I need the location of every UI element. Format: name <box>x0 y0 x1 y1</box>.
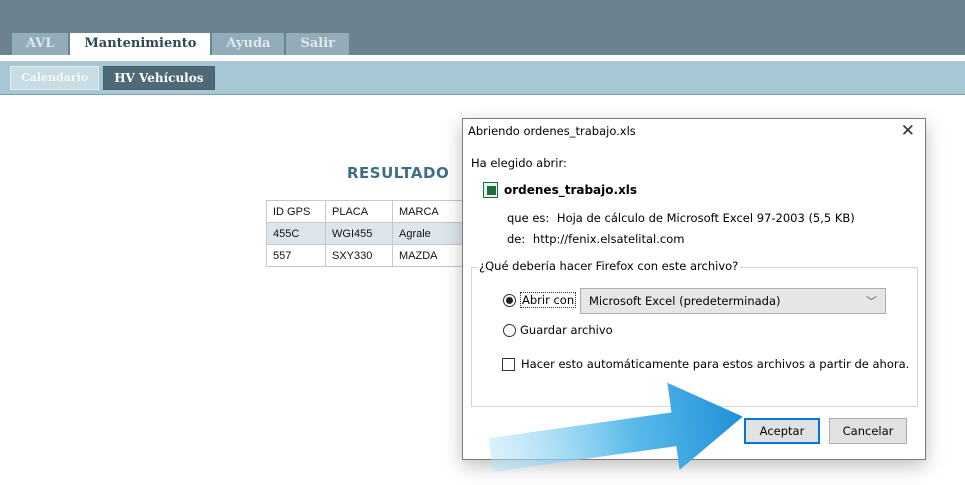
sub-tabs: Calendario HV Vehículos <box>10 66 215 90</box>
open-with-radio[interactable] <box>503 294 516 307</box>
cell-placa: WGI455 <box>325 222 393 245</box>
chevron-down-icon: ﹀ <box>866 295 877 308</box>
tab-avl[interactable]: AVL <box>12 33 69 55</box>
dialog-title: Abriendo ordenes_trabajo.xls <box>468 124 636 138</box>
table-header-row: ID GPS PLACA MARCA <box>266 200 468 223</box>
top-nav-bar: AVL Mantenimiento Ayuda Salir <box>0 0 965 55</box>
file-source-value: http://fenix.elsatelital.com <box>532 232 685 246</box>
tab-mantenimiento[interactable]: Mantenimiento <box>70 33 211 55</box>
file-source-row: de: http://fenix.elsatelital.com <box>507 232 684 246</box>
pointer-arrow-icon <box>489 382 743 472</box>
excel-file-icon <box>483 182 498 198</box>
file-source-label: de: <box>507 232 526 246</box>
file-type-label: que es: <box>507 211 550 225</box>
tab-salir[interactable]: Salir <box>286 33 350 55</box>
auto-action-checkbox[interactable] <box>502 358 515 371</box>
cell-placa: SXY330 <box>325 244 393 267</box>
application-select[interactable]: Microsoft Excel (predeterminada) ﹀ <box>580 288 886 314</box>
save-file-radio[interactable] <box>503 324 516 337</box>
application-select-value: Microsoft Excel (predeterminada) <box>589 294 781 308</box>
subtab-hv-vehiculos[interactable]: HV Vehículos <box>103 66 215 90</box>
cell-id-gps: 557 <box>266 244 326 267</box>
header-marca: MARCA <box>392 200 468 223</box>
sub-nav-bar: Calendario HV Vehículos <box>0 61 965 95</box>
save-file-label[interactable]: Guardar archivo <box>520 323 613 337</box>
file-type-row: que es: Hoja de cálculo de Microsoft Exc… <box>507 211 855 225</box>
cell-id-gps: 455C <box>266 222 326 245</box>
auto-action-label[interactable]: Hacer esto automáticamente para estos ar… <box>521 357 909 371</box>
table-row[interactable]: 557 SXY330 MAZDA <box>266 244 468 267</box>
cell-marca: MAZDA <box>392 244 468 267</box>
file-type-value: Hoja de cálculo de Microsoft Excel 97-20… <box>556 211 855 225</box>
results-title: RESULTADO <box>347 164 450 182</box>
results-table: ID GPS PLACA MARCA 455C WGI455 Agrale 55… <box>266 200 468 267</box>
subtab-calendario[interactable]: Calendario <box>10 66 100 90</box>
file-row: ordenes_trabajo.xls <box>483 182 637 198</box>
cell-marca: Agrale <box>392 222 468 245</box>
cancel-button[interactable]: Cancelar <box>829 418 907 444</box>
file-name: ordenes_trabajo.xls <box>504 183 638 197</box>
open-with-label[interactable]: Abrir con <box>520 292 577 308</box>
chosen-label: Ha elegido abrir: <box>471 156 567 170</box>
table-row[interactable]: 455C WGI455 Agrale <box>266 222 468 245</box>
header-id-gps: ID GPS <box>266 200 326 223</box>
main-tabs: AVL Mantenimiento Ayuda Salir <box>12 33 350 55</box>
tab-ayuda[interactable]: Ayuda <box>212 33 285 55</box>
header-placa: PLACA <box>325 200 393 223</box>
close-icon[interactable]: ✕ <box>901 121 915 141</box>
action-question: ¿Qué debería hacer Firefox con este arch… <box>477 259 741 273</box>
